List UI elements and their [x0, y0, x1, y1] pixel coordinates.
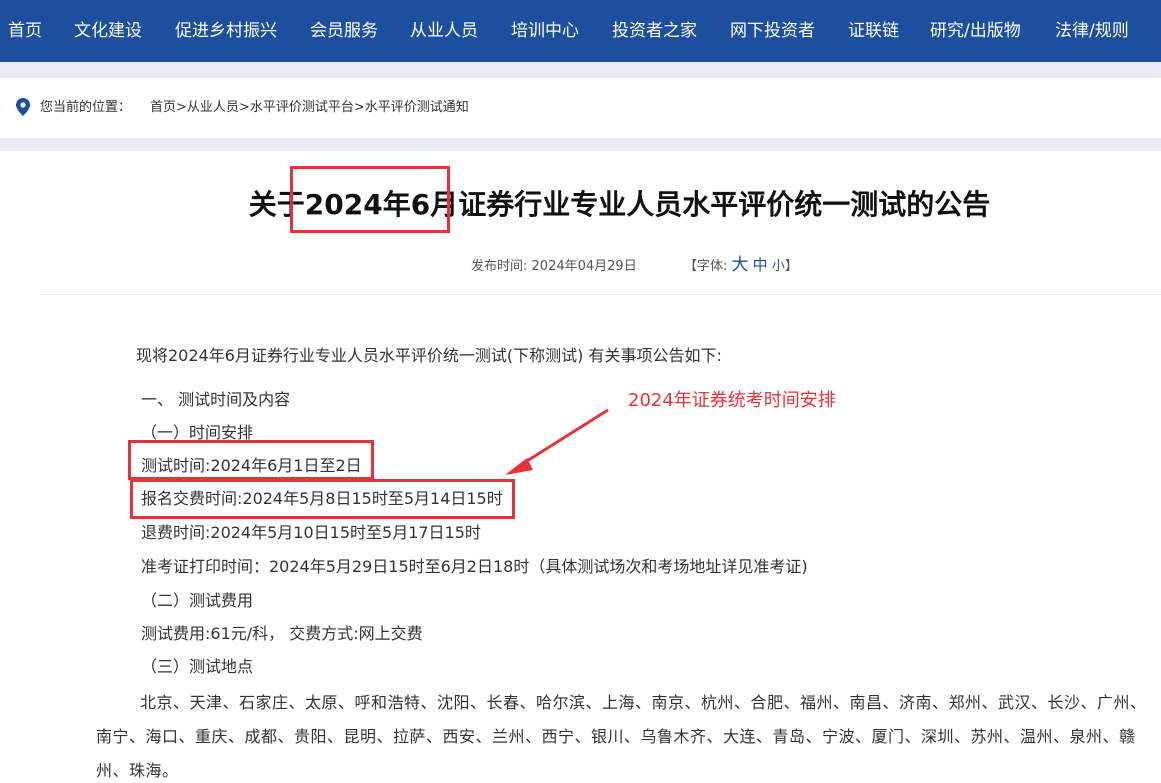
subsection-heading: （三）测试地点 — [141, 657, 254, 676]
test-locations-paragraph: 北京、天津、石家庄、太原、呼和浩特、沈阳、长春、哈尔滨、上海、南京、杭州、合肥、… — [96, 693, 1147, 780]
nav-item-training[interactable]: 培训中心 — [511, 18, 579, 44]
publish-date: 2024年04月29日 — [531, 259, 637, 274]
nav-item-offline-investors[interactable]: 网下投资者 — [730, 18, 815, 44]
intro-paragraph: 现将2024年6月证券行业专业人员水平评价统一测试(下称测试) 有关事项公告如下… — [136, 346, 722, 365]
breadcrumb-prefix: 您当前的位置： — [40, 100, 132, 115]
subsection-heading: （一）时间安排 — [141, 423, 254, 442]
nav-item-practitioners[interactable]: 从业人员 — [410, 18, 478, 44]
breadcrumb-home-link[interactable]: 首页 — [150, 100, 176, 115]
section-heading: 一、 测试时间及内容 — [141, 390, 291, 409]
font-size-label: 【字体: — [684, 259, 728, 274]
publish-label: 发布时间: — [471, 259, 528, 274]
breadcrumb-platform-link[interactable]: 水平评价测试平台 — [250, 100, 354, 115]
font-size-medium-button[interactable]: 中 — [753, 256, 768, 274]
breadcrumb-separator: > — [238, 100, 250, 115]
register-time-line: 报名交费时间:2024年5月8日15时至5月14日15时 — [141, 489, 503, 508]
annotation-label: 2024年证券统考时间安排 — [628, 390, 836, 411]
test-time-line: 测试时间:2024年6月1日至2日 — [141, 456, 362, 475]
refund-time-line: 退费时间:2024年5月10日15时至5月17日15时 — [141, 523, 481, 542]
font-size-small-button[interactable]: 小 — [772, 259, 785, 274]
nav-item-members[interactable]: 会员服务 — [310, 18, 378, 44]
page-title: 关于2024年6月证券行业专业人员水平评价统一测试的公告 — [248, 188, 991, 221]
breadcrumb: 您当前的位置： 首页>从业人员>水平评价测试平台>水平评价测试通知 — [0, 78, 1161, 138]
arrow-icon — [505, 408, 609, 475]
divider — [40, 294, 1161, 295]
subsection-heading: （二）测试费用 — [141, 591, 254, 610]
breadcrumb-separator: > — [353, 100, 365, 115]
admit-print-line: 准考证打印时间：2024年5月29日15时至6月2日18时（具体测试场次和考场地… — [141, 557, 808, 576]
separator-strip — [0, 138, 1161, 151]
nav-item-home[interactable]: 首页 — [8, 18, 42, 44]
font-size-large-button[interactable]: 大 — [732, 255, 749, 275]
nav-item-culture[interactable]: 文化建设 — [74, 18, 142, 44]
breadcrumb-separator: > — [176, 100, 187, 115]
font-size-label-close: 】 — [784, 259, 798, 274]
breadcrumb-practitioners-link[interactable]: 从业人员 — [187, 100, 239, 115]
separator-strip — [0, 62, 1161, 78]
top-nav: 首页 文化建设 促进乡村振兴 会员服务 从业人员 培训中心 投资者之家 网下投资… — [0, 0, 1161, 62]
nav-item-research[interactable]: 研究/出版物 — [930, 18, 1021, 44]
fee-line: 测试费用:61元/科， 交费方式:网上交费 — [141, 624, 423, 643]
nav-item-chain[interactable]: 证联链 — [848, 18, 899, 44]
nav-item-law[interactable]: 法律/规则 — [1055, 18, 1129, 44]
nav-item-rural[interactable]: 促进乡村振兴 — [175, 18, 277, 44]
breadcrumb-current-link[interactable]: 水平评价测试通知 — [365, 100, 469, 115]
nav-item-investors[interactable]: 投资者之家 — [612, 18, 697, 44]
location-pin-icon — [16, 98, 30, 116]
